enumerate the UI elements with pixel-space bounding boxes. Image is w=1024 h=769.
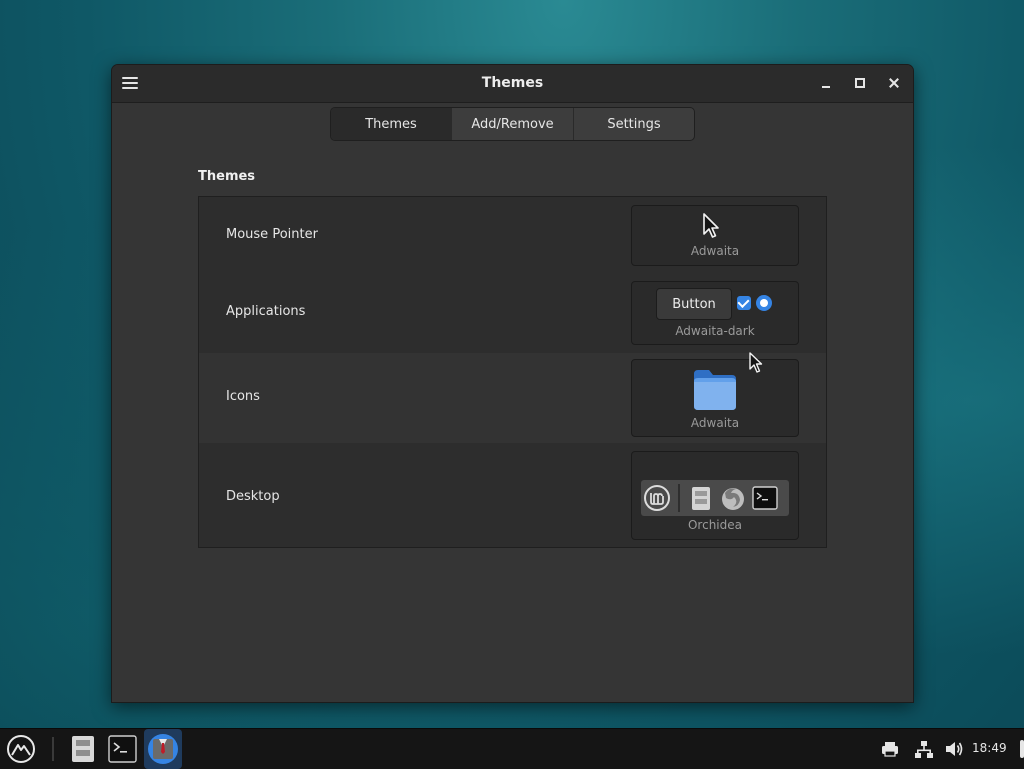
applications-theme-name: Adwaita-dark [675, 324, 755, 338]
tab-add-remove[interactable]: Add/Remove [452, 108, 574, 140]
firefox-icon [722, 488, 744, 510]
row-icons: Icons Adwaita [199, 353, 826, 443]
desktop-label: Desktop [226, 489, 280, 504]
terminal-icon[interactable] [108, 735, 137, 763]
taskbar-separator [52, 737, 54, 761]
desktop-preview-button[interactable]: Orchidea [631, 451, 799, 540]
panel-preview [641, 480, 789, 516]
folder-icon [694, 370, 736, 410]
printer-icon[interactable] [880, 739, 900, 759]
themes-list: Mouse Pointer Adwaita Applications Butto… [198, 196, 827, 548]
sample-button: Button [656, 288, 732, 320]
themes-app-active-indicator[interactable] [144, 729, 182, 769]
file-cabinet-icon [692, 487, 710, 510]
desktop-theme-name: Orchidea [687, 518, 742, 532]
applications-label: Applications [226, 304, 306, 319]
menu-logo-icon[interactable] [6, 734, 36, 764]
minimize-button[interactable] [815, 73, 837, 93]
taskbar: 18:49 [0, 728, 1024, 769]
file-manager-icon[interactable] [69, 734, 97, 764]
row-applications: Applications Button Adwaita-dark [199, 273, 826, 353]
power-icon[interactable] [1012, 739, 1024, 759]
maximize-button[interactable] [849, 73, 871, 93]
tab-themes[interactable]: Themes [331, 108, 452, 140]
network-icon[interactable] [914, 739, 934, 759]
section-title: Themes [198, 169, 256, 184]
icons-theme-name: Adwaita [690, 416, 740, 430]
mint-logo-icon [644, 485, 670, 511]
themes-app-icon [148, 734, 178, 764]
tab-settings[interactable]: Settings [574, 108, 694, 140]
mouse-pointer-preview-button[interactable]: Adwaita [631, 205, 799, 266]
row-mouse-pointer: Mouse Pointer Adwaita [199, 197, 826, 273]
mouse-pointer-label: Mouse Pointer [226, 227, 318, 242]
close-button[interactable] [883, 73, 905, 93]
applications-preview-button[interactable]: Button Adwaita-dark [631, 281, 799, 345]
sample-checkbox-icon [737, 296, 751, 310]
icons-label: Icons [226, 389, 260, 404]
volume-icon[interactable] [944, 739, 964, 759]
title-bar: Themes [112, 65, 913, 103]
themes-window: Themes Themes Add/Remove Settings Themes… [111, 64, 914, 703]
cursor-arrow-icon [703, 213, 719, 238]
row-desktop: Desktop Orchidea [199, 443, 826, 547]
mouse-pointer-theme-name: Adwaita [690, 244, 740, 258]
mouse-cursor-icon [749, 352, 763, 373]
sample-radio-icon [756, 295, 772, 311]
terminal-icon [752, 486, 778, 510]
panel-separator [678, 484, 680, 512]
icons-preview-button[interactable]: Adwaita [631, 359, 799, 437]
tab-bar: Themes Add/Remove Settings [330, 107, 695, 141]
clock[interactable]: 18:49 [972, 741, 1007, 755]
window-title: Themes [481, 75, 544, 91]
